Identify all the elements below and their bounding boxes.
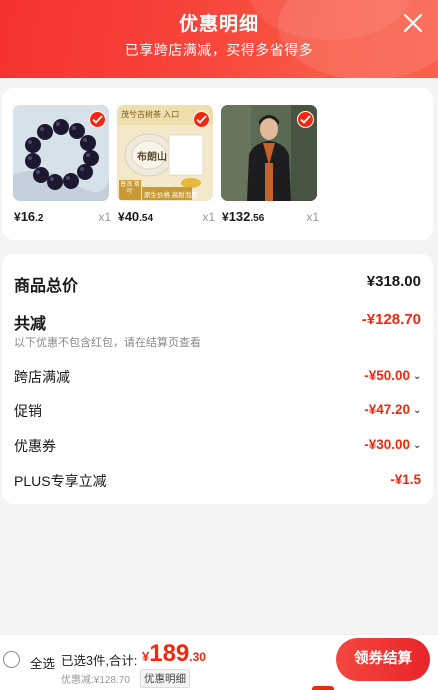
beaded-bracelet-image [13, 105, 109, 201]
selected-check-icon[interactable] [193, 111, 210, 128]
product-price: ¥132.56 [222, 209, 265, 224]
chevron-down-icon: ⌄ [413, 371, 422, 382]
selected-check-icon[interactable] [297, 111, 314, 128]
product-quantity: x1 [306, 210, 319, 224]
discount-label: PLUS专享立减 [14, 473, 107, 489]
close-icon[interactable] [400, 10, 426, 36]
total-reduce-value: -¥128.70 [361, 311, 421, 328]
total-amount: ¥189.30 [142, 640, 206, 667]
discount-value: -¥30.00 ⌄ [364, 437, 422, 452]
product-quantity: x1 [98, 210, 111, 224]
underlying-page-peek [312, 686, 334, 690]
discount-label: 跨店满减 [14, 369, 70, 385]
discount-row-promotion[interactable]: 促销 -¥47.20 ⌄ [14, 401, 421, 421]
discount-value: -¥1.5 [390, 472, 421, 487]
chevron-down-icon: ⌄ [413, 405, 422, 416]
tea-badge-label: 原生价格 高耐泡度 [144, 192, 198, 199]
product-item[interactable]: ¥132.56 x1 [221, 105, 319, 224]
discount-row-cross-store[interactable]: 跨店满减 -¥50.00 ⌄ [14, 367, 421, 387]
page-title: 优惠明细 [178, 14, 259, 35]
tea-badge-label: 普洱 茶叶 [120, 182, 140, 195]
discount-summary: 优惠减:¥128.70 [61, 675, 130, 686]
tea-cake-label: 布朗山 [137, 152, 167, 163]
product-item[interactable]: ¥16.2 x1 [13, 105, 111, 224]
promo-detail-header: 优惠明细 已享跨店满减，买得多省得多 [0, 0, 438, 78]
discount-value: -¥47.20 ⌄ [364, 402, 422, 417]
total-price-label: 商品总价 [14, 278, 79, 295]
total-price-row: 商品总价 ¥318.00 [14, 272, 421, 295]
total-reduce-label: 共减 [14, 316, 47, 333]
chevron-down-icon: ⌄ [413, 440, 422, 451]
page-subtitle: 已享跨店满减，买得多省得多 [124, 42, 314, 58]
product-list-card: ¥16.2 x1 茂兮古树茶 入口 布朗山 普洱 茶叶 原生价格 高耐泡度 ¥4… [2, 88, 433, 240]
jacket-model-photo [221, 105, 317, 201]
discount-note: 以下优惠不包含红包，请在结算页查看 [14, 337, 201, 349]
total-reduce-row: 共减 -¥128.70 [14, 310, 421, 333]
select-all-label[interactable]: 全选 [30, 653, 55, 672]
product-price: ¥16.2 [14, 209, 44, 224]
checkout-bar: 全选 已选3件,合计: ¥189.30 优惠减:¥128.70 优惠明细 领券结… [0, 634, 438, 690]
discount-row-plus: PLUS专享立减 -¥1.5 [14, 471, 421, 491]
total-price-value: ¥318.00 [366, 273, 421, 290]
selected-count: 已选3件,合计: [61, 654, 138, 668]
discount-value: -¥50.00 ⌄ [364, 368, 422, 383]
checkout-button[interactable]: 领券结算 [336, 638, 430, 681]
promo-detail-toggle[interactable]: 优惠明细 [140, 669, 190, 688]
price-summary-card: 商品总价 ¥318.00 共减 -¥128.70 以下优惠不包含红包，请在结算页… [2, 254, 433, 504]
select-all-radio[interactable] [3, 651, 20, 668]
product-price: ¥40.54 [118, 209, 154, 224]
product-item[interactable]: 茂兮古树茶 入口 布朗山 普洱 茶叶 原生价格 高耐泡度 ¥40.54 x1 [117, 105, 215, 224]
tea-image-label: 茂兮古树茶 入口 [121, 110, 180, 119]
discount-row-coupon[interactable]: 优惠券 -¥30.00 ⌄ [14, 436, 421, 456]
puer-tea-cake-image: 茂兮古树茶 入口 布朗山 普洱 茶叶 原生价格 高耐泡度 [117, 105, 213, 201]
selected-check-icon[interactable] [89, 111, 106, 128]
discount-label: 优惠券 [14, 438, 56, 454]
discount-label: 促销 [14, 403, 42, 419]
product-quantity: x1 [202, 210, 215, 224]
